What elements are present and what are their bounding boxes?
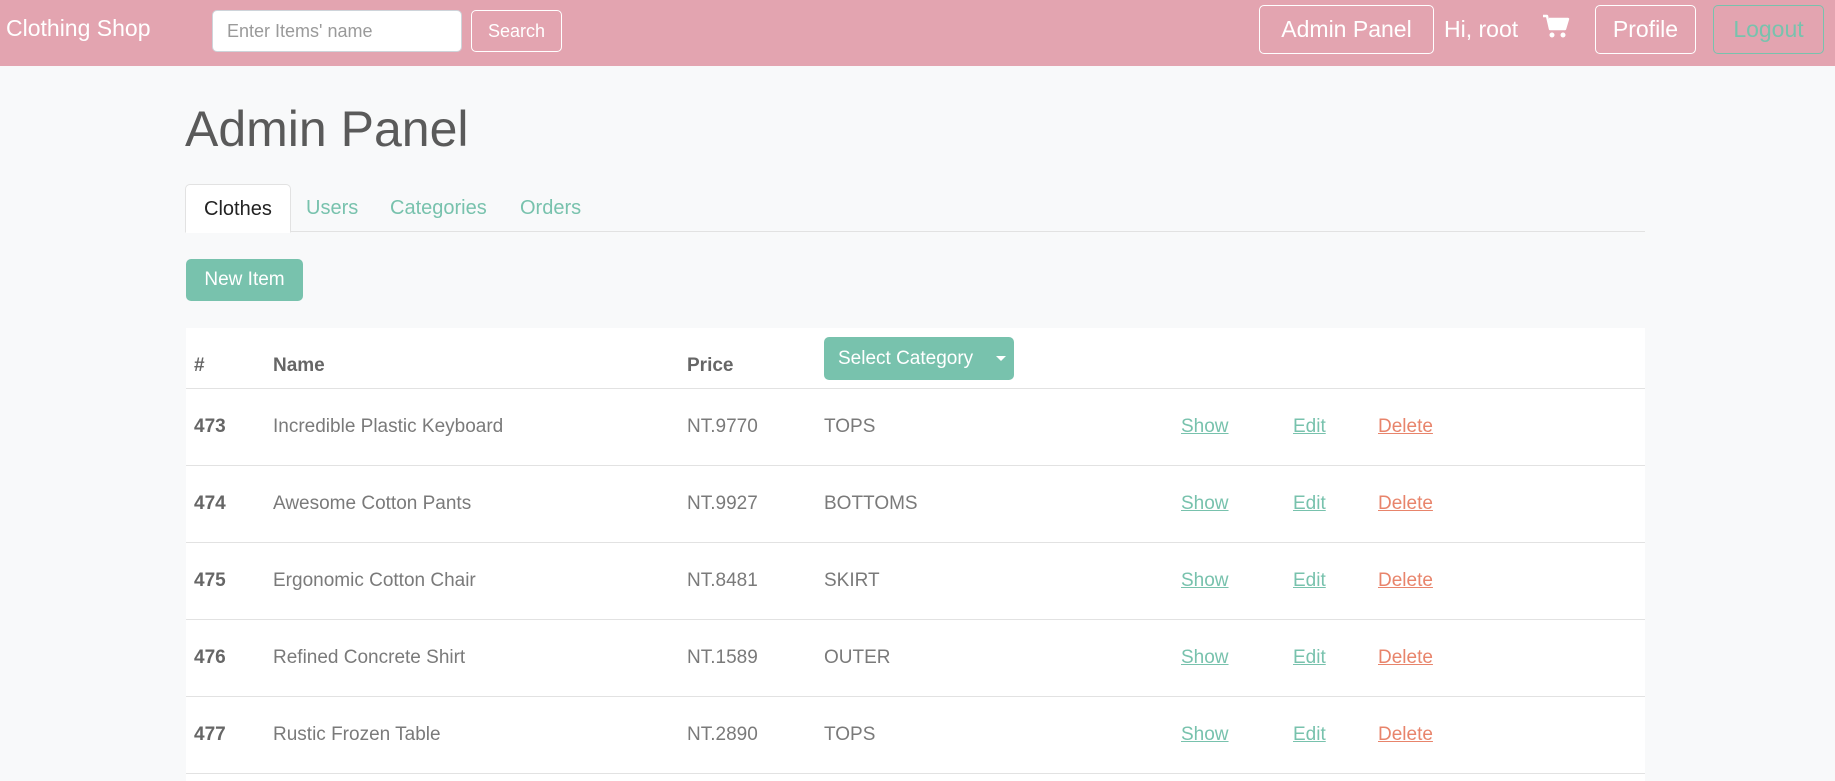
profile-button[interactable]: Profile — [1595, 5, 1696, 54]
admin-tabs: Clothes Users Categories Orders — [185, 184, 1645, 233]
table-row: 473 Incredible Plastic Keyboard NT.9770 … — [186, 389, 1645, 466]
row-id: 475 — [194, 570, 226, 591]
row-id: 473 — [194, 416, 226, 437]
tab-clothes[interactable]: Clothes — [185, 184, 291, 233]
tab-orders[interactable]: Orders — [502, 184, 599, 232]
row-id: 474 — [194, 493, 226, 514]
row-price: NT.8481 — [687, 570, 758, 591]
edit-link[interactable]: Edit — [1293, 647, 1326, 669]
shopping-cart-icon[interactable] — [1542, 14, 1570, 40]
clothes-table: # Name Price Select Category 473 Incredi… — [186, 328, 1645, 781]
show-link[interactable]: Show — [1181, 724, 1229, 746]
table-row: 476 Refined Concrete Shirt NT.1589 OUTER… — [186, 620, 1645, 697]
show-link[interactable]: Show — [1181, 647, 1229, 669]
row-name: Rustic Frozen Table — [273, 724, 441, 745]
table-header: # Name Price Select Category — [186, 328, 1645, 389]
row-name: Awesome Cotton Pants — [273, 493, 472, 514]
edit-link[interactable]: Edit — [1293, 724, 1326, 746]
row-id: 477 — [194, 724, 226, 745]
edit-link[interactable]: Edit — [1293, 416, 1326, 438]
table-row: 477 Rustic Frozen Table NT.2890 TOPS Sho… — [186, 697, 1645, 774]
row-name: Incredible Plastic Keyboard — [273, 416, 504, 437]
row-category: OUTER — [824, 647, 891, 668]
row-category: TOPS — [824, 724, 876, 745]
edit-link[interactable]: Edit — [1293, 570, 1326, 592]
top-navbar: Clothing Shop Search Admin Panel Hi, roo… — [0, 0, 1835, 66]
row-name: Refined Concrete Shirt — [273, 647, 466, 668]
header-name: Name — [273, 355, 325, 376]
table-row: 475 Ergonomic Cotton Chair NT.8481 SKIRT… — [186, 543, 1645, 620]
logout-button[interactable]: Logout — [1713, 5, 1824, 54]
tab-users[interactable]: Users — [288, 184, 376, 232]
delete-link[interactable]: Delete — [1378, 724, 1433, 746]
row-price: NT.9927 — [687, 493, 758, 514]
row-id: 476 — [194, 647, 226, 668]
new-item-button[interactable]: New Item — [186, 259, 303, 301]
row-price: NT.2890 — [687, 724, 758, 745]
caret-down-icon — [996, 356, 1006, 361]
page-title: Admin Panel — [185, 101, 469, 157]
delete-link[interactable]: Delete — [1378, 416, 1433, 438]
show-link[interactable]: Show — [1181, 493, 1229, 515]
search-input[interactable] — [212, 10, 462, 52]
header-price: Price — [687, 355, 734, 376]
user-greeting: Hi, root — [1444, 16, 1519, 42]
select-category-label: Select Category — [838, 347, 974, 369]
show-link[interactable]: Show — [1181, 416, 1229, 438]
row-name: Ergonomic Cotton Chair — [273, 570, 476, 591]
row-category: TOPS — [824, 416, 876, 437]
brand-link[interactable]: Clothing Shop — [6, 15, 151, 42]
select-category-dropdown[interactable]: Select Category — [824, 337, 1014, 380]
tab-categories[interactable]: Categories — [372, 184, 505, 232]
row-category: SKIRT — [824, 570, 880, 591]
admin-panel-button[interactable]: Admin Panel — [1259, 5, 1434, 54]
row-category: BOTTOMS — [824, 493, 918, 514]
table-row: 474 Awesome Cotton Pants NT.9927 BOTTOMS… — [186, 466, 1645, 543]
header-id: # — [194, 355, 205, 376]
row-price: NT.9770 — [687, 416, 758, 437]
delete-link[interactable]: Delete — [1378, 493, 1433, 515]
show-link[interactable]: Show — [1181, 570, 1229, 592]
row-price: NT.1589 — [687, 647, 758, 668]
search-button[interactable]: Search — [471, 10, 562, 52]
edit-link[interactable]: Edit — [1293, 493, 1326, 515]
delete-link[interactable]: Delete — [1378, 570, 1433, 592]
delete-link[interactable]: Delete — [1378, 647, 1433, 669]
